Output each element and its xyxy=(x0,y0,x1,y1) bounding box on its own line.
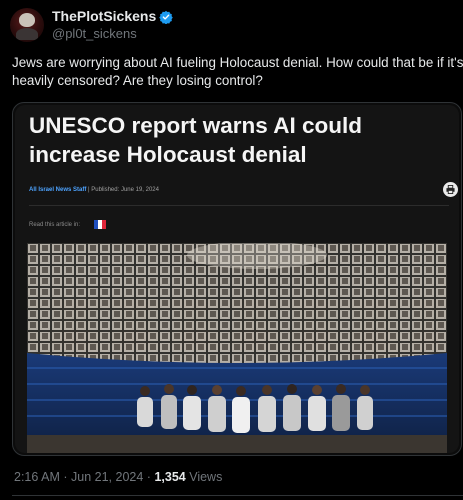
article-author: All Israel News Staff xyxy=(29,187,87,193)
article-read-in: Read this article in: xyxy=(29,220,107,229)
french-flag-icon xyxy=(94,220,107,229)
bottom-divider xyxy=(12,495,463,496)
separator-dot: · xyxy=(63,470,68,484)
attached-image[interactable]: UNESCO report warns AI could increase Ho… xyxy=(12,102,462,456)
post-text: Jews are worrying about AI fueling Holoc… xyxy=(12,55,463,88)
article-photo xyxy=(27,243,447,453)
author-names: ThePlotSickens @pl0t_sickens xyxy=(52,8,174,42)
views-label[interactable]: Views xyxy=(189,470,222,484)
post-date[interactable]: Jun 21, 2024 xyxy=(71,470,143,484)
author-display-name-row[interactable]: ThePlotSickens xyxy=(52,8,174,25)
article-screenshot: UNESCO report warns AI could increase Ho… xyxy=(15,105,459,453)
article-headline: UNESCO report warns AI could increase Ho… xyxy=(29,113,362,167)
print-icon xyxy=(443,182,458,197)
article-divider xyxy=(29,205,449,206)
author-handle[interactable]: @pl0t_sickens xyxy=(52,25,173,42)
separator-dot: · xyxy=(146,470,151,484)
verified-badge-icon xyxy=(159,10,174,24)
article-byline: All Israel News Staff | Published: June … xyxy=(29,187,159,193)
post-time[interactable]: 2:16 AM xyxy=(14,470,60,484)
avatar[interactable] xyxy=(10,8,44,42)
post-timestamp-row: 2:16 AM · Jun 21, 2024 · 1,354 Views xyxy=(14,470,222,484)
author-display-name[interactable]: ThePlotSickens xyxy=(52,8,156,25)
read-in-label: Read this article in: xyxy=(29,221,81,228)
article-published-date: | Published: June 19, 2024 xyxy=(88,187,159,193)
hall-of-names-photo xyxy=(27,243,447,453)
post-header: ThePlotSickens @pl0t_sickens xyxy=(10,8,174,42)
views-count[interactable]: 1,354 xyxy=(154,470,185,484)
